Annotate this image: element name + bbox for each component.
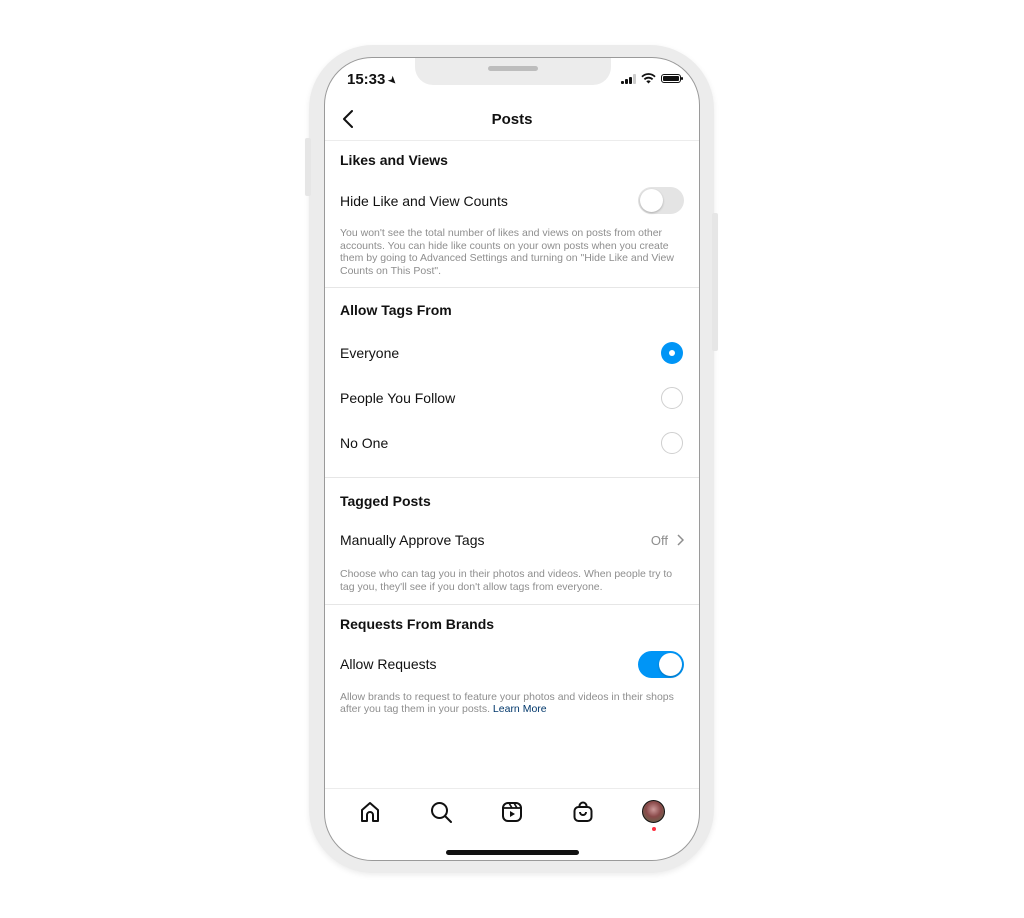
home-indicator: [446, 850, 579, 855]
battery-icon: [661, 74, 683, 83]
radio-button-unchecked[interactable]: [661, 431, 683, 454]
phone-screen: 15:33➤ Posts Likes and Views Hide Like a…: [324, 57, 700, 861]
section-description: Allow brands to request to feature your …: [325, 687, 699, 726]
radio-option-people-you-follow[interactable]: People You Follow: [325, 375, 699, 420]
row-label: Allow Requests: [340, 656, 437, 673]
section-requests-from-brands: Requests From Brands Allow Requests Allo…: [325, 605, 699, 726]
notification-dot: [651, 826, 656, 831]
option-label: Everyone: [340, 344, 400, 361]
search-icon: [431, 801, 453, 823]
page-title: Posts: [491, 111, 533, 128]
toggle-knob: [640, 189, 663, 212]
speaker: [488, 66, 538, 71]
nav-bar: Posts: [325, 102, 699, 141]
row-label: Hide Like and View Counts: [340, 192, 508, 209]
chevron-right-icon: [677, 534, 684, 546]
notch: [415, 58, 611, 85]
profile-avatar: [642, 800, 666, 823]
section-title: Likes and Views: [340, 152, 448, 168]
location-arrow-icon: ➤: [385, 73, 401, 89]
section-title: Requests From Brands: [340, 615, 495, 632]
option-label: No One: [340, 434, 389, 451]
radio-button-checked[interactable]: [661, 341, 683, 364]
option-label: People You Follow: [340, 389, 456, 406]
row-value: Off: [650, 532, 668, 548]
section-likes-and-views: Likes and Views Hide Like and View Count…: [325, 141, 699, 289]
toggle-knob: [659, 652, 682, 676]
home-icon: [361, 801, 380, 822]
cellular-signal-icon: [621, 73, 636, 84]
radio-option-everyone[interactable]: Everyone: [325, 330, 699, 375]
allow-requests-toggle[interactable]: [638, 650, 684, 678]
tab-reels[interactable]: [498, 798, 526, 826]
reels-icon: [501, 801, 522, 822]
learn-more-link[interactable]: Learn More: [493, 703, 547, 715]
tab-search[interactable]: [427, 798, 455, 826]
tab-bar: [325, 788, 699, 834]
phone-side-button-left: [305, 138, 311, 196]
wifi-icon: [641, 73, 656, 84]
time-text: 15:33: [347, 71, 386, 88]
section-title: Allow Tags From: [340, 302, 452, 319]
section-allow-tags-from: Allow Tags From Everyone People You Foll…: [325, 288, 699, 479]
hide-like-counts-toggle[interactable]: [638, 187, 684, 214]
phone-side-button-right: [712, 213, 718, 351]
tab-shop[interactable]: [569, 798, 597, 826]
status-bar-time: 15:33➤: [347, 71, 401, 89]
shop-icon: [573, 801, 593, 822]
radio-button-unchecked[interactable]: [661, 386, 683, 409]
tab-home[interactable]: [356, 798, 384, 826]
allow-requests-row[interactable]: Allow Requests: [325, 642, 699, 687]
section-tagged-posts: Tagged Posts Manually Approve Tags Off C…: [325, 478, 699, 605]
radio-option-no-one[interactable]: No One: [325, 420, 699, 465]
manually-approve-tags-row[interactable]: Manually Approve Tags Off: [325, 520, 699, 560]
settings-content: Likes and Views Hide Like and View Count…: [325, 141, 699, 726]
row-label: Manually Approve Tags: [340, 532, 485, 549]
section-description: Choose who can tag you in their photos a…: [340, 568, 673, 593]
status-bar-icons: [621, 73, 683, 84]
tab-profile[interactable]: [640, 798, 668, 831]
section-title: Tagged Posts: [340, 493, 431, 510]
section-description: You won't see the total number of likes …: [340, 227, 674, 277]
hide-like-counts-row[interactable]: Hide Like and View Counts: [325, 178, 699, 223]
